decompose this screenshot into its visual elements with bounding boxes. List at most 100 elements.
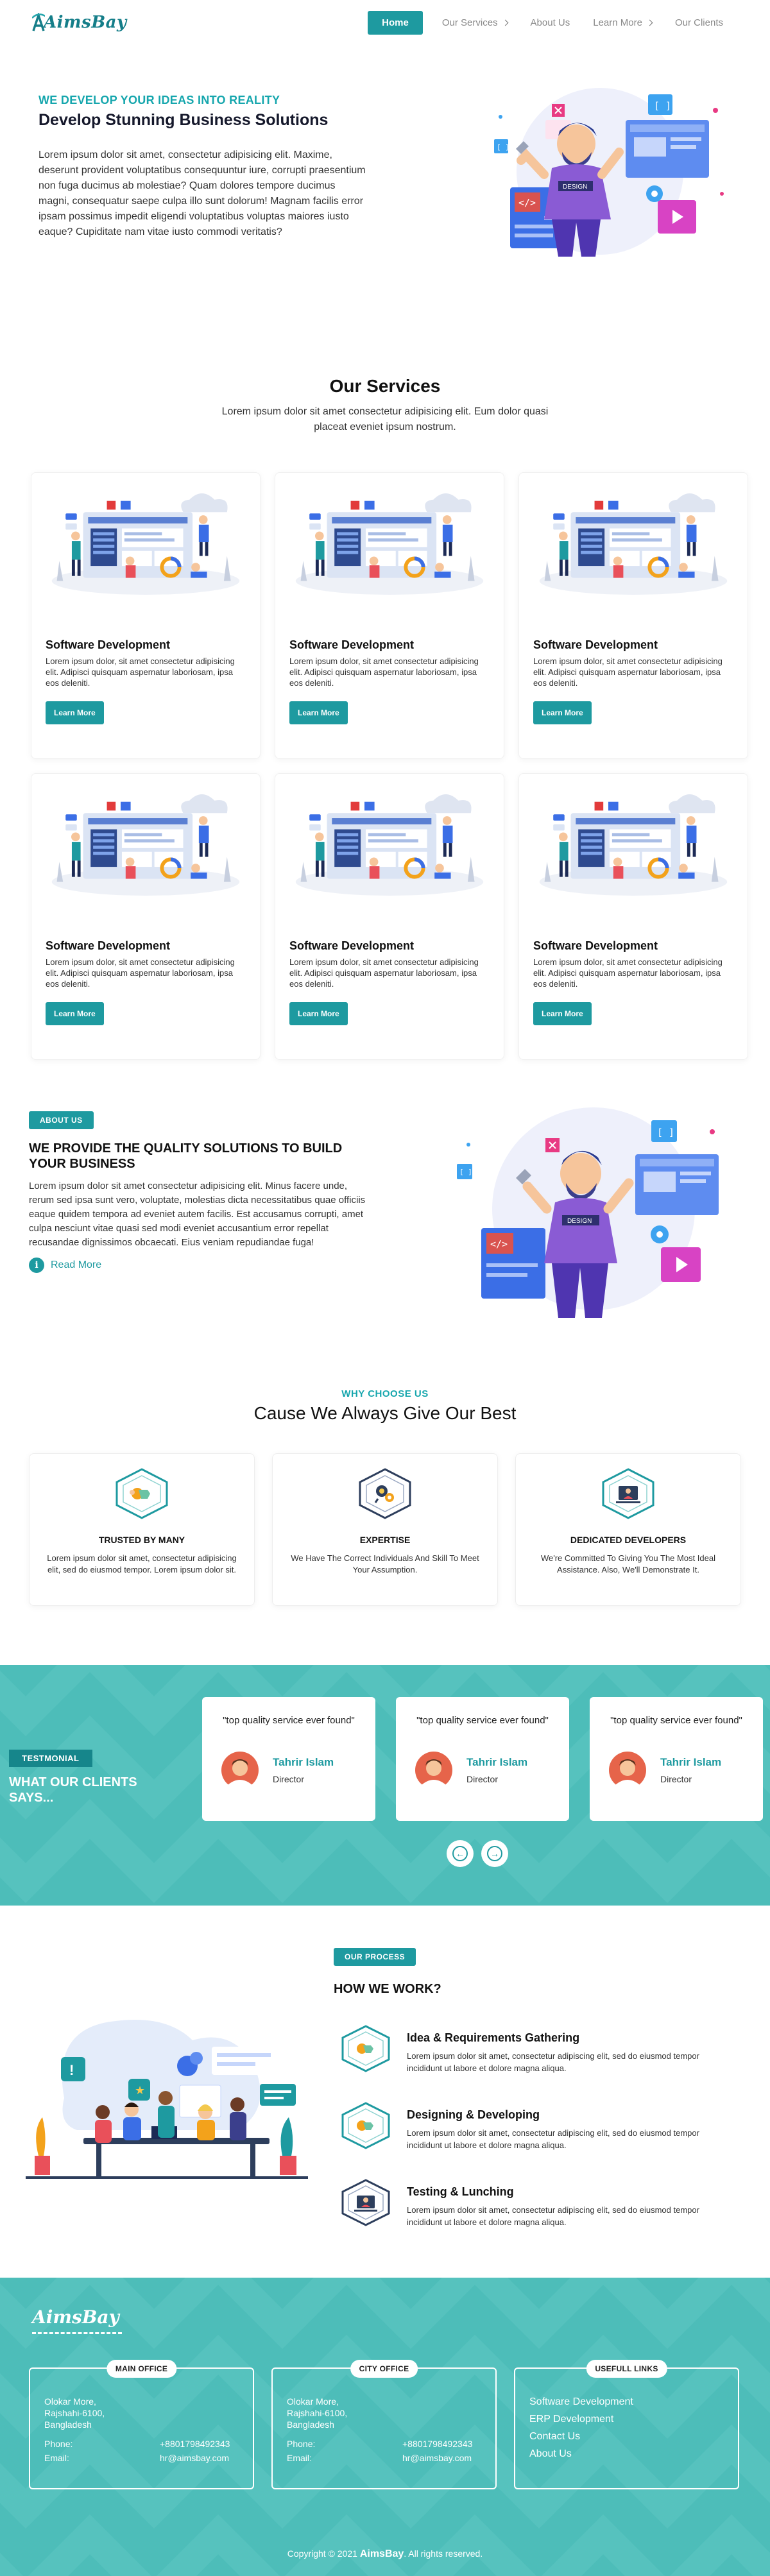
about-illustration: [ ] [ ] </> DESIGN [449, 1106, 725, 1355]
svg-text:</>: </> [518, 197, 536, 209]
service-card-title: Software Development [533, 638, 658, 651]
testimonial-card: "top quality service ever found" Tahrir … [396, 1697, 569, 1821]
testimonial-name: Tahrir Islam [273, 1756, 334, 1768]
handshake-icon [116, 1468, 168, 1519]
phone-value[interactable]: +8801798492343 [160, 2438, 230, 2450]
process-step-body: Lorem ipsum dolor sit amet, consectetur … [407, 2051, 699, 2073]
learn-more-button[interactable]: Learn More [46, 701, 104, 724]
service-card-body: Lorem ipsum dolor, sit amet consectetur … [46, 656, 235, 688]
service-illustration [289, 787, 490, 902]
main-office-title: MAIN OFFICE [106, 2360, 177, 2378]
why-card-body: We're Committed To Giving You The Most I… [540, 1553, 715, 1574]
copyright-brand: AimsBay [359, 2548, 404, 2559]
about-section: ABOUT US WE PROVIDE THE QUALITY SOLUTION… [0, 1107, 770, 1355]
testimonial-quote: "top quality service ever found" [610, 1715, 742, 1726]
services-subtitle: Lorem ipsum dolor sit amet consectetur a… [221, 406, 549, 432]
service-card-title: Software Development [46, 638, 171, 651]
why-card-title: TRUSTED BY MANY [98, 1535, 185, 1545]
why-eyebrow: WHY CHOOSE US [341, 1388, 429, 1399]
brand-logo[interactable]: AimsBay [32, 13, 127, 32]
service-card: Software Development Lorem ipsum dolor, … [31, 773, 261, 1060]
read-more-label: Read More [51, 1259, 102, 1270]
service-card: Software Development Lorem ipsum dolor, … [518, 472, 748, 759]
about-title: WE PROVIDE THE QUALITY SOLUTIONS TO BUIL… [29, 1141, 343, 1171]
svg-text:★: ★ [135, 2084, 145, 2097]
why-card-title: DEDICATED DEVELOPERS [570, 1535, 687, 1545]
address-line: Olokar More, [287, 2396, 339, 2407]
service-card-body: Lorem ipsum dolor, sit amet consectetur … [289, 957, 479, 989]
phone-label: Phone: [287, 2439, 316, 2449]
learn-more-button[interactable]: Learn More [533, 701, 592, 724]
learn-more-button[interactable]: Learn More [46, 1002, 104, 1025]
info-icon: i [29, 1258, 44, 1273]
hero-title: Develop Stunning Business Solutions [38, 111, 329, 129]
avatar [609, 1752, 646, 1789]
footer-logo[interactable]: AimsBay [32, 2307, 122, 2334]
why-card: EXPERTISE We Have The Correct Individual… [272, 1453, 498, 1606]
nav-item-learn-more[interactable]: Learn More [581, 11, 663, 35]
testimonial-quote: "top quality service ever found" [223, 1715, 355, 1726]
testimonial-tag: TESTMONIAL [9, 1750, 92, 1767]
nav-item-about-us[interactable]: About Us [519, 11, 582, 35]
services-title: Our Services [329, 376, 441, 396]
testimonial-role: Director [466, 1774, 499, 1784]
service-card-title: Software Development [289, 638, 415, 651]
footer-link-about-us[interactable]: About Us [529, 2445, 724, 2462]
useful-links-box: USEFULL LINKS Software Development ERP D… [514, 2360, 739, 2489]
address-line: Rajshahi-6100, [44, 2408, 105, 2418]
arrow-left-icon: ← [452, 1846, 468, 1861]
process-title: HOW WE WORK? [334, 1982, 441, 1996]
service-card-title: Software Development [289, 939, 415, 952]
footer-link-contact-us[interactable]: Contact Us [529, 2428, 724, 2445]
process-step-body: Lorem ipsum dolor sit amet, consectetur … [407, 2128, 699, 2150]
hero-eyebrow: WE DEVELOP YOUR IDEAS INTO REALITY [38, 94, 280, 107]
phone-value[interactable]: +8801798492343 [402, 2438, 472, 2450]
service-illustration [46, 486, 246, 601]
process-step-title: Testing & Lunching [407, 2185, 514, 2198]
testimonial-carousel: "top quality service ever found" Tahrir … [202, 1697, 763, 1821]
testimonial-role: Director [273, 1774, 305, 1784]
hero-body: Lorem ipsum dolor sit amet, consectetur … [38, 149, 366, 237]
email-value[interactable]: hr@aimsbay.com [160, 2452, 229, 2464]
nav-item-our-clients[interactable]: Our Clients [663, 11, 735, 35]
process-step: Idea & Requirements Gathering Lorem ipsum… [340, 2025, 728, 2102]
carousel-next-button[interactable]: → [481, 1840, 508, 1867]
learn-more-button[interactable]: Learn More [289, 1002, 348, 1025]
svg-text:[ ]: [ ] [657, 1127, 674, 1138]
learn-more-button[interactable]: Learn More [533, 1002, 592, 1025]
footer-link-software-development[interactable]: Software Development [529, 2393, 724, 2410]
phone-label: Phone: [44, 2439, 73, 2449]
process-step-title: Designing & Developing [407, 2108, 540, 2121]
why-title: Cause We Always Give Our Best [253, 1403, 517, 1423]
service-card-body: Lorem ipsum dolor, sit amet consectetur … [289, 656, 479, 688]
service-card-body: Lorem ipsum dolor, sit amet consectetur … [533, 957, 723, 989]
process-step: Testing & Lunching Lorem ipsum dolor sit … [340, 2179, 728, 2256]
footer-link-erp-development[interactable]: ERP Development [529, 2410, 724, 2428]
about-body: Lorem ipsum dolor sit amet consectetur a… [29, 1181, 366, 1248]
nav-item-home[interactable]: Home [368, 10, 423, 35]
carousel-prev-button[interactable]: ← [447, 1840, 474, 1867]
about-art-label: DESIGN [567, 1218, 592, 1225]
expertise-icon [359, 1468, 411, 1519]
page: AimsBay Home Our Services About Us Learn… [0, 0, 770, 2576]
service-card: Software Development Lorem ipsum dolor, … [275, 472, 504, 759]
why-grid: TRUSTED BY MANY Lorem ipsum dolor sit am… [0, 1453, 770, 1606]
hero-illustration: [ ] [ ] </> DESIGN [462, 85, 732, 327]
process-step-title: Idea & Requirements Gathering [407, 2031, 580, 2044]
brand-name: AimsBay [44, 13, 127, 32]
arrow-right-icon: → [487, 1846, 502, 1861]
nav-item-our-services[interactable]: Our Services [431, 11, 519, 35]
service-card-body: Lorem ipsum dolor, sit amet consectetur … [46, 957, 235, 989]
copyright: Copyright © 2021 AimsBay. All rights res… [0, 2548, 770, 2560]
copyright-prefix: Copyright © 2021 [287, 2548, 357, 2559]
service-illustration [289, 486, 490, 601]
chevron-right-icon [646, 19, 653, 26]
nav-menu: Home Our Services About Us Learn More Ou… [368, 10, 735, 35]
read-more-link[interactable]: i Read More [29, 1258, 372, 1273]
learn-more-button[interactable]: Learn More [289, 701, 348, 724]
email-value[interactable]: hr@aimsbay.com [402, 2452, 472, 2464]
email-label: Email: [44, 2453, 69, 2463]
testimonial-quote: "top quality service ever found" [416, 1715, 549, 1726]
testimonial-section: TESTMONIAL WHAT OUR CLIENTS SAYS... "top… [0, 1665, 770, 1906]
testimonial-heading: WHAT OUR CLIENTS SAYS... [9, 1775, 137, 1805]
